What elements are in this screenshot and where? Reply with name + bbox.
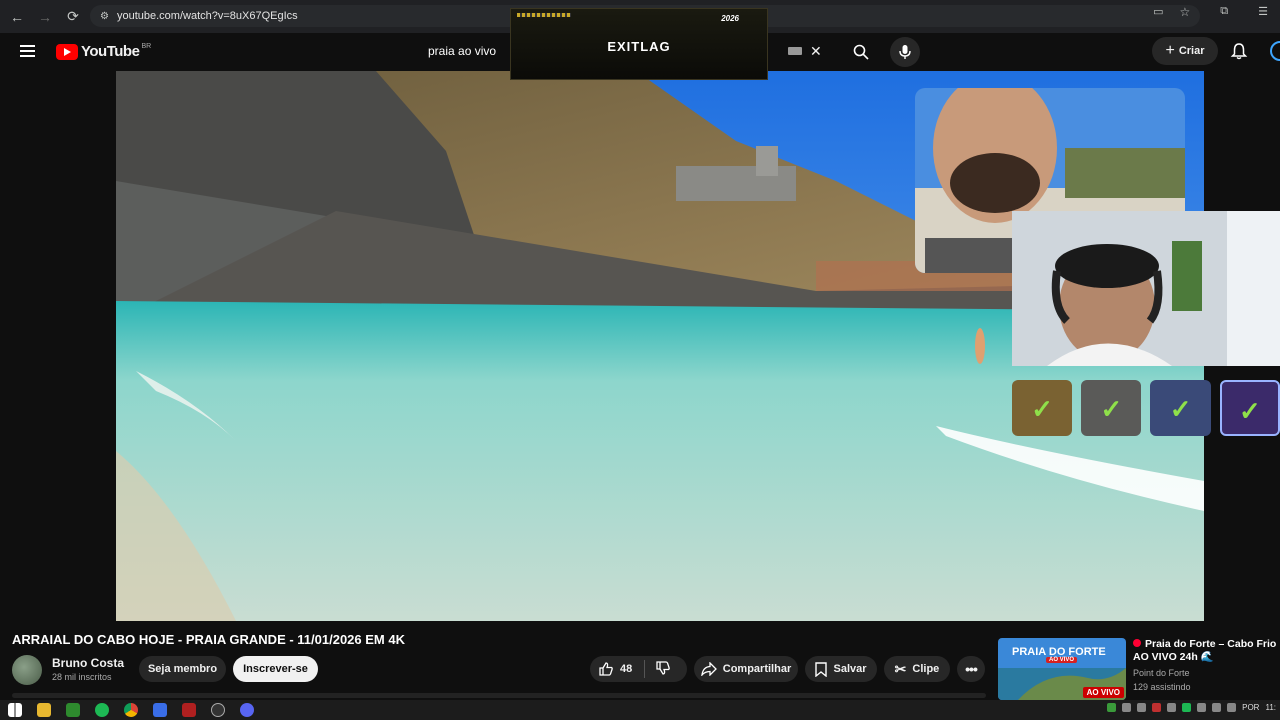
system-tray: POR 11: <box>1107 703 1276 712</box>
recording-app-icon[interactable] <box>182 703 196 717</box>
reload-icon[interactable]: ⟳ <box>59 3 87 31</box>
voice-search-button[interactable] <box>890 37 920 67</box>
bookmark-star-icon[interactable]: ☆ <box>1180 5 1191 19</box>
subscriber-count: 28 mil inscritos <box>52 672 112 682</box>
clip-label: Clipe <box>912 663 940 675</box>
forward-icon[interactable]: → <box>31 3 59 31</box>
clock[interactable]: 11: <box>1265 703 1276 712</box>
reading-list-icon[interactable]: ☰ <box>1258 5 1268 19</box>
checkmark-icon: ✓ <box>1100 394 1123 424</box>
clear-search-icon[interactable]: ✕ <box>810 43 822 60</box>
more-dots-icon: ••• <box>965 661 978 677</box>
thumbs-down-icon <box>656 660 671 675</box>
create-label: Criar <box>1178 45 1205 57</box>
exitlag-logo: EXITLAG <box>607 39 671 54</box>
youtube-wordmark: YouTube <box>81 43 140 60</box>
tray-app-icon[interactable] <box>1167 703 1177 712</box>
overlay-stripe <box>517 13 571 17</box>
volume-icon[interactable] <box>1227 703 1237 712</box>
recommended-viewer-count: 129 assistindo <box>1133 682 1191 692</box>
url-text: youtube.com/watch?v=8uX67QEgIcs <box>116 10 298 22</box>
network-icon[interactable] <box>1212 703 1222 712</box>
recommended-channel-name: Point do Forte <box>1133 668 1190 678</box>
checkmark-icon: ✓ <box>1238 396 1261 426</box>
windows-start-icon[interactable] <box>8 703 22 717</box>
channel-name[interactable]: Bruno Costa <box>52 656 124 670</box>
streaming-app-icon[interactable] <box>153 703 167 717</box>
tray-app-icon[interactable] <box>1137 703 1147 712</box>
exitlag-overlay: 2026 EXITLAG <box>510 8 768 80</box>
share-label: Compartilhar <box>722 663 792 675</box>
achievement-tile-3: ✓ <box>1150 380 1211 436</box>
dislike-button[interactable] <box>655 660 671 679</box>
account-avatar[interactable] <box>1270 41 1280 61</box>
extensions-icon[interactable]: ⧉ <box>1220 5 1228 19</box>
like-button[interactable]: 48 <box>598 661 632 677</box>
like-dislike-group: 48 <box>590 656 687 682</box>
thumbnail-subtitle: AO VIVO <box>1046 657 1078 663</box>
chrome-icon[interactable] <box>124 703 138 717</box>
achievement-tile-4: ✓ <box>1219 380 1280 436</box>
cast-icon[interactable]: ▭ <box>1153 5 1163 19</box>
share-arrow-icon <box>700 662 717 676</box>
youtube-play-icon <box>56 43 78 60</box>
youtube-logo[interactable]: YouTube BR <box>56 43 151 60</box>
join-button[interactable]: Seja membro <box>139 656 226 682</box>
file-explorer-icon[interactable] <box>37 703 51 717</box>
video-title: ARRAIAL DO CABO HOJE - PRAIA GRANDE - 11… <box>12 632 405 647</box>
plus-icon: + <box>1165 42 1175 59</box>
checkmark-icon: ✓ <box>1031 394 1054 424</box>
tray-app-icon[interactable] <box>1197 703 1207 712</box>
scissors-icon: ✂ <box>894 660 907 677</box>
microphone-icon <box>899 45 911 59</box>
horizontal-scrollbar[interactable] <box>12 693 986 698</box>
achievement-tiles: ✓ ✓ ✓ ✓ <box>1012 380 1280 438</box>
spotify-icon[interactable] <box>95 703 109 717</box>
country-code: BR <box>141 43 152 50</box>
subscribe-button[interactable]: Inscrever-se <box>233 656 318 682</box>
achievement-tile-1: ✓ <box>1012 380 1073 436</box>
search-input[interactable]: praia ao vivo <box>428 44 496 58</box>
divider <box>644 660 646 678</box>
obs-icon[interactable] <box>211 703 225 717</box>
channel-avatar[interactable] <box>12 655 42 685</box>
share-button[interactable]: Compartilhar <box>694 656 798 682</box>
subscribe-label: Inscrever-se <box>243 663 308 675</box>
bookmark-icon <box>815 661 828 677</box>
achievement-tile-2: ✓ <box>1081 380 1142 436</box>
tray-app-icon[interactable] <box>1152 703 1162 712</box>
live-badge: AO VIVO <box>1082 687 1124 698</box>
hamburger-menu-icon[interactable] <box>20 45 35 57</box>
clip-button[interactable]: ✂ Clipe <box>884 656 950 682</box>
live-badge-label: AO VIVO <box>1086 688 1120 697</box>
xbox-app-icon[interactable] <box>66 703 80 717</box>
overlay-year: 2026 <box>721 14 739 23</box>
streamer-webcam-room <box>1012 211 1280 366</box>
notifications-bell-icon[interactable] <box>1230 42 1248 60</box>
search-icon <box>853 44 869 60</box>
save-button[interactable]: Salvar <box>805 656 877 682</box>
recommended-video-thumbnail[interactable]: PRAIA DO FORTE AO VIVO AO VIVO <box>998 638 1126 700</box>
search-button[interactable] <box>838 38 884 66</box>
discord-icon[interactable] <box>240 703 254 717</box>
checkmark-icon: ✓ <box>1169 394 1192 424</box>
rec-title-text: Praia do Forte – Cabo Frio AO VIVO 24h 🌊 <box>1133 638 1277 663</box>
create-button[interactable]: + Criar <box>1152 37 1218 65</box>
input-language[interactable]: POR <box>1242 703 1259 712</box>
more-actions-button[interactable]: ••• <box>957 656 985 682</box>
tray-app-icon[interactable] <box>1122 703 1132 712</box>
back-icon[interactable]: ← <box>3 3 31 31</box>
site-settings-icon[interactable]: ⚙ <box>100 11 109 22</box>
tray-app-icon[interactable] <box>1182 703 1192 712</box>
windows-taskbar: POR 11: <box>0 700 1280 720</box>
save-label: Salvar <box>833 663 867 675</box>
live-dot-icon <box>1133 639 1141 647</box>
recommended-video-title[interactable]: Praia do Forte – Cabo Frio AO VIVO 24h 🌊 <box>1133 638 1280 664</box>
tray-app-icon[interactable] <box>1107 703 1117 712</box>
join-label: Seja membro <box>147 663 218 675</box>
keyboard-icon[interactable] <box>788 47 802 55</box>
thumbs-up-icon <box>599 662 613 676</box>
like-count: 48 <box>620 663 633 675</box>
